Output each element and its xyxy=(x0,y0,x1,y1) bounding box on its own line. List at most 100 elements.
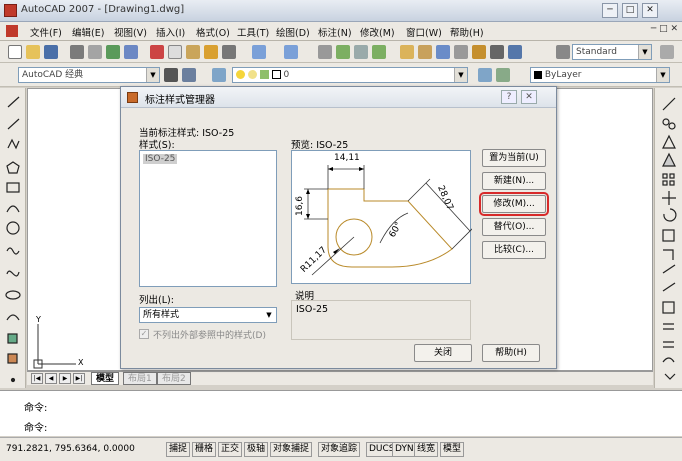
autocad-app-icon[interactable] xyxy=(4,4,17,17)
stretch-icon[interactable] xyxy=(663,249,674,260)
dimension-style-icon[interactable] xyxy=(660,45,674,59)
layer-manager-icon[interactable] xyxy=(212,68,226,82)
explode-icon[interactable] xyxy=(664,373,676,380)
style-item-iso25[interactable]: ISO-25 xyxy=(143,154,178,164)
mirror-icon[interactable] xyxy=(662,134,676,149)
tab-layout1[interactable]: 布局1 xyxy=(123,372,157,385)
array-icon[interactable] xyxy=(662,173,668,179)
otrack-toggle[interactable]: 对象追踪 xyxy=(318,442,361,457)
new-style-button[interactable]: 新建(N)... xyxy=(482,172,546,190)
compare-style-button[interactable]: 比较(C)... xyxy=(482,241,546,259)
zoom-window-icon[interactable] xyxy=(354,45,368,59)
ellipse-icon[interactable] xyxy=(5,290,21,300)
ortho-toggle[interactable]: 正交 xyxy=(218,442,243,457)
prev-tab-button[interactable]: ◀ xyxy=(45,373,57,384)
override-style-button[interactable]: 替代(O)... xyxy=(482,218,546,236)
new-file-icon[interactable] xyxy=(8,45,22,59)
zoom-realtime-icon[interactable] xyxy=(336,45,350,59)
menu-help[interactable]: 帮助(H) xyxy=(450,25,484,39)
snap-toggle[interactable]: 捕捉 xyxy=(166,442,191,457)
cut-icon[interactable] xyxy=(150,45,164,59)
markup-icon[interactable] xyxy=(472,45,486,59)
tab-model[interactable]: 模型 xyxy=(91,372,120,385)
save-icon[interactable] xyxy=(44,45,58,59)
help-dialog-button[interactable]: 帮助(H) xyxy=(482,344,540,362)
menu-draw[interactable]: 绘图(D) xyxy=(276,25,310,39)
layer-previous-icon[interactable] xyxy=(496,68,510,82)
menu-modify[interactable]: 修改(M) xyxy=(360,25,395,39)
list-filter-select[interactable]: 所有样式 ▼ xyxy=(139,307,277,323)
menu-dimension[interactable]: 标注(N) xyxy=(318,25,352,39)
3d-dwf-icon[interactable] xyxy=(124,45,138,59)
chamfer-icon[interactable] xyxy=(663,341,674,348)
offset-icon[interactable] xyxy=(662,152,676,167)
styles-list[interactable]: ISO-25 xyxy=(139,150,277,287)
properties-icon[interactable] xyxy=(400,45,414,59)
layer-select[interactable]: 0 ▼ xyxy=(232,67,468,83)
close-button[interactable]: ✕ xyxy=(642,3,658,18)
copy-icon[interactable] xyxy=(168,45,182,59)
trim-icon[interactable] xyxy=(662,264,676,274)
zoom-previous-icon[interactable] xyxy=(372,45,386,59)
exclude-xref-checkbox[interactable]: ✓ xyxy=(139,329,149,339)
last-tab-button[interactable]: ▶| xyxy=(73,373,85,384)
undo-icon[interactable] xyxy=(252,45,266,59)
menu-file[interactable]: 文件(F) xyxy=(30,25,62,39)
design-center-icon[interactable] xyxy=(418,45,432,59)
workspace-settings-icon[interactable] xyxy=(164,68,178,82)
polygon-icon[interactable] xyxy=(6,161,20,174)
line-icon[interactable] xyxy=(7,96,20,108)
point-icon[interactable] xyxy=(10,377,16,383)
document-icon[interactable] xyxy=(6,25,18,37)
model-toggle[interactable]: 模型 xyxy=(440,442,465,457)
extend-icon[interactable] xyxy=(662,282,676,292)
close-dialog-button[interactable]: 关闭 xyxy=(414,344,472,362)
block-editor-icon[interactable] xyxy=(222,45,236,59)
scale-icon[interactable] xyxy=(662,229,675,242)
arc-icon[interactable] xyxy=(6,205,20,213)
make-block-icon[interactable] xyxy=(7,353,18,364)
open-folder-icon[interactable] xyxy=(26,45,40,59)
command-window[interactable]: 命令: 命令: xyxy=(0,390,682,436)
fillet-icon[interactable] xyxy=(662,357,675,363)
paste-icon[interactable] xyxy=(186,45,200,59)
tool-palettes-icon[interactable] xyxy=(436,45,450,59)
polar-toggle[interactable]: 极轴 xyxy=(244,442,269,457)
print-icon[interactable] xyxy=(70,45,84,59)
break-icon[interactable] xyxy=(662,301,675,314)
spline-icon[interactable] xyxy=(6,270,20,277)
copy-object-icon[interactable] xyxy=(662,118,670,126)
help-icon[interactable] xyxy=(508,45,522,59)
match-properties-icon[interactable] xyxy=(204,45,218,59)
redo-icon[interactable] xyxy=(284,45,298,59)
first-tab-button[interactable]: |◀ xyxy=(31,373,43,384)
menu-view[interactable]: 视图(V) xyxy=(114,25,147,39)
dialog-close-button[interactable]: ✕ xyxy=(521,90,537,104)
erase-icon[interactable] xyxy=(662,97,676,111)
publish-icon[interactable] xyxy=(106,45,120,59)
menu-window[interactable]: 窗口(W) xyxy=(406,25,442,39)
circle-icon[interactable] xyxy=(6,221,20,235)
dialog-help-button[interactable]: ? xyxy=(501,90,517,104)
rectangle-icon[interactable] xyxy=(6,182,20,193)
command-prompt-line[interactable]: 命令: xyxy=(24,419,47,434)
make-current-layer-icon[interactable] xyxy=(478,68,492,82)
document-window-controls[interactable]: ─ □ ✕ xyxy=(651,24,678,34)
modify-style-button[interactable]: 修改(M)... xyxy=(479,192,549,216)
rotate-icon[interactable] xyxy=(663,208,677,222)
dyn-toggle[interactable]: DYN xyxy=(392,442,417,457)
menu-insert[interactable]: 插入(I) xyxy=(156,25,185,39)
coordinates-readout[interactable]: 791.2821, 795.6364, 0.0000 xyxy=(6,444,135,454)
join-icon[interactable] xyxy=(663,323,674,330)
insert-block-icon[interactable] xyxy=(7,333,18,344)
next-tab-button[interactable]: ▶ xyxy=(59,373,71,384)
workspace-save-icon[interactable] xyxy=(182,68,196,82)
sheet-set-icon[interactable] xyxy=(454,45,468,59)
construction-line-icon[interactable] xyxy=(7,118,20,130)
maximize-button[interactable]: □ xyxy=(622,3,638,18)
menu-tools[interactable]: 工具(T) xyxy=(237,25,269,39)
workspace-select[interactable]: AutoCAD 经典 ▼ xyxy=(18,67,160,83)
grid-toggle[interactable]: 栅格 xyxy=(192,442,217,457)
osnap-toggle[interactable]: 对象捕捉 xyxy=(270,442,313,457)
set-current-button[interactable]: 置为当前(U) xyxy=(482,149,546,167)
